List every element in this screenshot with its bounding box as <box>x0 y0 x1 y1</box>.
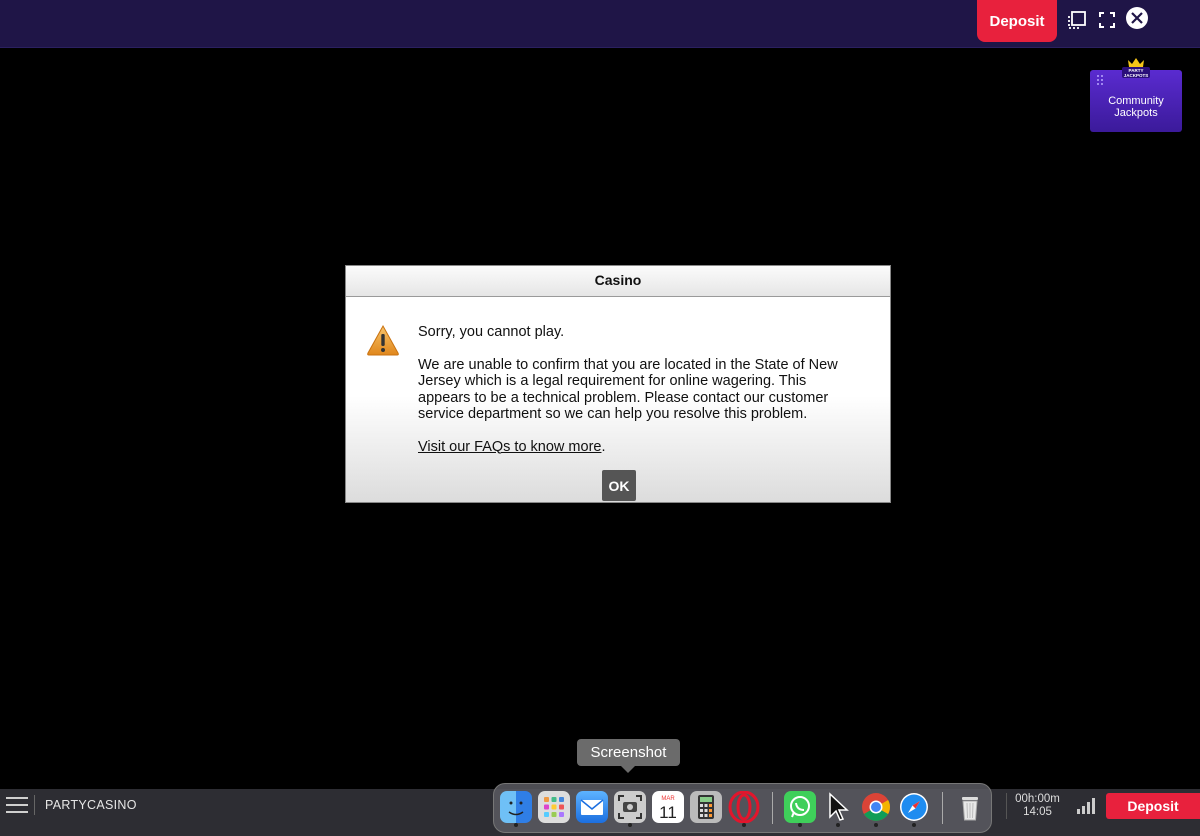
macos-dock: MAR 11 <box>493 783 992 833</box>
svg-text:JACKPOTS: JACKPOTS <box>1124 73 1149 78</box>
calculator-icon[interactable] <box>690 791 722 823</box>
fullscreen-icon[interactable] <box>1095 8 1119 32</box>
cursor-app-icon[interactable] <box>822 791 854 827</box>
trash-icon[interactable] <box>954 791 986 823</box>
drag-handle-icon[interactable] <box>1096 74 1104 86</box>
deposit-button-bottom[interactable]: Deposit <box>1106 793 1200 819</box>
session-timer: 00h:00m 14:05 <box>1006 793 1068 819</box>
error-heading: Sorry, you cannot play. <box>418 324 565 340</box>
opera-icon[interactable] <box>728 790 760 827</box>
error-dialog: Casino Sorry, you cannot play. We are un… <box>345 265 891 503</box>
faq-link[interactable]: Visit our FAQs to know more <box>418 439 601 455</box>
chrome-icon[interactable] <box>860 791 892 827</box>
clock: 14:05 <box>1023 806 1052 818</box>
whatsapp-icon[interactable] <box>784 791 816 827</box>
deposit-button-top[interactable]: Deposit <box>977 0 1057 42</box>
finder-icon[interactable] <box>500 791 532 827</box>
community-jackpots-button[interactable]: PARTY JACKPOTS Community Jackpots <box>1090 58 1182 132</box>
mail-icon[interactable] <box>576 791 608 823</box>
party-jackpots-logo: PARTY JACKPOTS <box>1122 58 1150 78</box>
tooltip-arrow <box>621 766 635 773</box>
dialog-title: Casino <box>346 266 890 297</box>
error-message: We are unable to confirm that you are lo… <box>418 356 838 423</box>
signal-icon <box>1077 798 1095 814</box>
session-duration: 00h:00m <box>1015 793 1060 805</box>
faq-suffix: . <box>601 438 606 455</box>
community-jackpots-label: Community Jackpots <box>1108 95 1164 119</box>
launchpad-icon[interactable] <box>538 791 570 823</box>
warning-icon <box>367 324 399 356</box>
safari-icon[interactable] <box>898 791 930 827</box>
menu-icon[interactable] <box>6 797 28 815</box>
screenshot-tooltip: Screenshot <box>577 739 680 766</box>
screenshot-icon[interactable] <box>614 791 646 827</box>
close-icon[interactable] <box>1125 6 1149 30</box>
calendar-month: MAR <box>661 796 675 802</box>
calendar-icon[interactable]: MAR 11 <box>652 791 684 823</box>
calendar-day: 11 <box>659 803 677 822</box>
brand-logo: PARTYCASINO <box>34 795 137 815</box>
ok-button[interactable]: OK <box>602 470 636 501</box>
minimize-window-icon[interactable] <box>1065 8 1089 32</box>
